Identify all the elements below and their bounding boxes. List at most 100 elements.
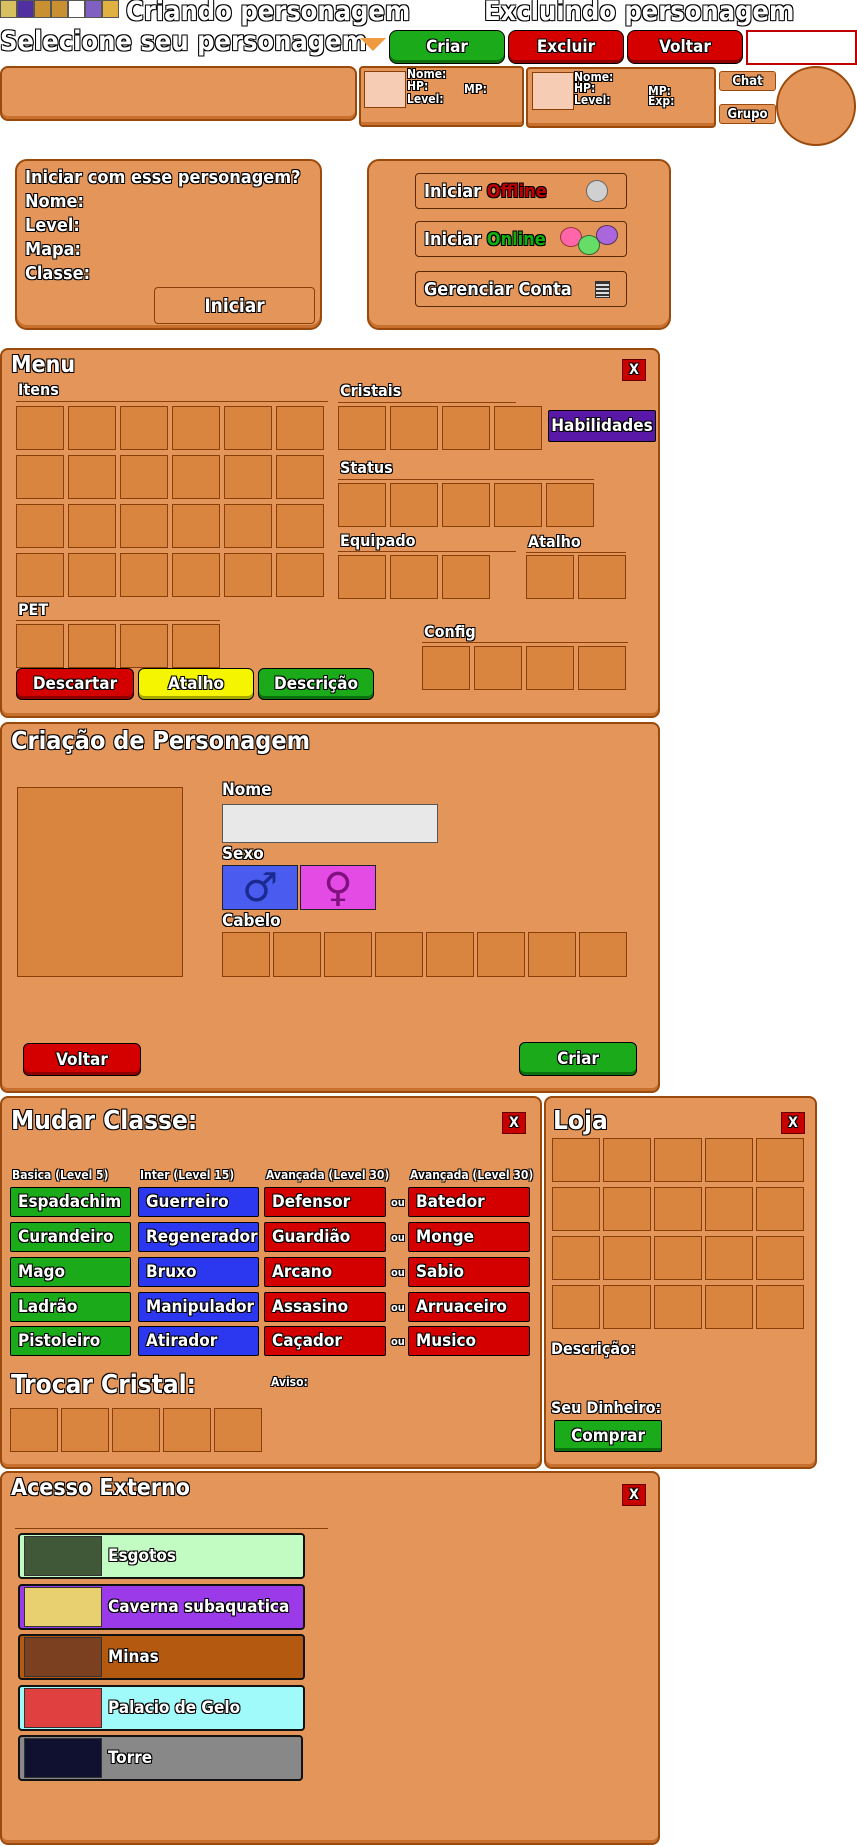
shop-slot[interactable] xyxy=(705,1236,753,1280)
class-button-assasino[interactable]: Assasino xyxy=(264,1292,386,1322)
minimap-circle[interactable] xyxy=(776,66,856,146)
swap-crystal-slot[interactable] xyxy=(214,1408,262,1452)
item-slot[interactable] xyxy=(172,406,220,450)
class-close-button[interactable]: X xyxy=(502,1112,526,1134)
create-button[interactable]: Criar xyxy=(389,30,505,64)
male-button[interactable]: ♂ xyxy=(222,865,298,911)
external-close-button[interactable]: X xyxy=(622,1484,646,1506)
item-slot[interactable] xyxy=(68,406,116,450)
creation-back-button[interactable]: Voltar xyxy=(23,1043,141,1076)
place-minas[interactable]: Minas xyxy=(18,1634,305,1680)
item-slot[interactable] xyxy=(120,553,168,597)
shop-slot[interactable] xyxy=(654,1187,702,1231)
pet-slot[interactable] xyxy=(172,624,220,668)
item-slot[interactable] xyxy=(16,553,64,597)
shop-close-button[interactable]: X xyxy=(781,1112,805,1134)
hair-slot[interactable] xyxy=(222,932,270,977)
shop-slot[interactable] xyxy=(603,1285,651,1329)
tool-icon-3[interactable] xyxy=(34,0,51,18)
class-button-caçador[interactable]: Caçador xyxy=(264,1326,386,1356)
swap-crystal-slot[interactable] xyxy=(163,1408,211,1452)
item-slot[interactable] xyxy=(224,553,272,597)
tool-icon-2[interactable] xyxy=(17,0,34,18)
hair-slot[interactable] xyxy=(375,932,423,977)
shop-slot[interactable] xyxy=(705,1187,753,1231)
shop-slot[interactable] xyxy=(654,1236,702,1280)
class-button-defensor[interactable]: Defensor xyxy=(264,1187,386,1217)
shop-slot[interactable] xyxy=(603,1138,651,1182)
shop-slot[interactable] xyxy=(756,1138,804,1182)
place-torre[interactable]: Torre xyxy=(18,1735,303,1781)
item-slot[interactable] xyxy=(68,504,116,548)
group-button[interactable]: Grupo xyxy=(719,104,776,124)
skills-button[interactable]: Habilidades xyxy=(548,410,656,442)
class-button-espadachim[interactable]: Espadachim xyxy=(10,1187,131,1217)
item-slot[interactable] xyxy=(120,455,168,499)
female-button[interactable]: ♀ xyxy=(300,865,376,911)
class-button-atirador[interactable]: Atirador xyxy=(138,1326,259,1356)
crystal-slot[interactable] xyxy=(390,406,438,450)
tool-icon-4[interactable] xyxy=(51,0,68,18)
config-slot[interactable] xyxy=(526,646,574,690)
item-slot[interactable] xyxy=(224,406,272,450)
tool-icon-1[interactable] xyxy=(0,0,17,18)
pet-slot[interactable] xyxy=(120,624,168,668)
delete-button[interactable]: Excluir xyxy=(508,30,624,64)
class-button-ladrão[interactable]: Ladrão xyxy=(10,1292,131,1322)
config-slot[interactable] xyxy=(578,646,626,690)
shop-slot[interactable] xyxy=(705,1138,753,1182)
equipped-slot[interactable] xyxy=(338,555,386,599)
shop-slot[interactable] xyxy=(552,1285,600,1329)
shortcut-slot[interactable] xyxy=(578,555,626,599)
item-slot[interactable] xyxy=(68,553,116,597)
class-button-musico[interactable]: Musico xyxy=(408,1326,530,1356)
menu-close-button[interactable]: X xyxy=(622,359,646,381)
shop-slot[interactable] xyxy=(552,1187,600,1231)
back-button[interactable]: Voltar xyxy=(627,30,743,64)
item-slot[interactable] xyxy=(16,455,64,499)
description-button[interactable]: Descrição xyxy=(258,668,374,700)
manage-account-button[interactable]: Gerenciar Conta xyxy=(415,271,627,307)
item-slot[interactable] xyxy=(276,553,324,597)
shop-slot[interactable] xyxy=(756,1285,804,1329)
start-button[interactable]: Iniciar xyxy=(154,287,315,324)
buy-button[interactable]: Comprar xyxy=(554,1420,662,1452)
class-button-monge[interactable]: Monge xyxy=(408,1222,530,1252)
shop-slot[interactable] xyxy=(654,1138,702,1182)
tool-icon-6[interactable] xyxy=(85,0,102,18)
crystal-slot[interactable] xyxy=(442,406,490,450)
item-slot[interactable] xyxy=(16,504,64,548)
chevron-down-icon[interactable] xyxy=(360,38,386,51)
name-input[interactable] xyxy=(222,804,438,843)
class-button-guardião[interactable]: Guardião xyxy=(264,1222,386,1252)
item-slot[interactable] xyxy=(120,406,168,450)
item-slot[interactable] xyxy=(172,455,220,499)
place-palacio-de-gelo[interactable]: Palacio de Gelo xyxy=(18,1685,305,1731)
class-button-mago[interactable]: Mago xyxy=(10,1257,131,1287)
hair-slot[interactable] xyxy=(273,932,321,977)
item-slot[interactable] xyxy=(172,504,220,548)
pet-slot[interactable] xyxy=(16,624,64,668)
item-slot[interactable] xyxy=(276,406,324,450)
class-button-guerreiro[interactable]: Guerreiro xyxy=(138,1187,259,1217)
shop-slot[interactable] xyxy=(552,1138,600,1182)
class-button-arcano[interactable]: Arcano xyxy=(264,1257,386,1287)
class-button-manipulador[interactable]: Manipulador xyxy=(138,1292,259,1322)
item-slot[interactable] xyxy=(276,504,324,548)
tool-icon-7[interactable] xyxy=(102,0,119,18)
shop-slot[interactable] xyxy=(603,1236,651,1280)
crystal-slot[interactable] xyxy=(494,406,542,450)
swap-crystal-slot[interactable] xyxy=(61,1408,109,1452)
place-esgotos[interactable]: Esgotos xyxy=(18,1533,305,1579)
class-button-pistoleiro[interactable]: Pistoleiro xyxy=(10,1326,131,1356)
place-caverna-subaquatica[interactable]: Caverna subaquatica xyxy=(18,1584,305,1630)
item-slot[interactable] xyxy=(224,455,272,499)
discard-button[interactable]: Descartar xyxy=(16,668,134,700)
shop-slot[interactable] xyxy=(654,1285,702,1329)
character-select-bar[interactable] xyxy=(0,66,357,121)
config-slot[interactable] xyxy=(474,646,522,690)
class-button-batedor[interactable]: Batedor xyxy=(408,1187,530,1217)
shop-slot[interactable] xyxy=(756,1187,804,1231)
start-online-button[interactable]: Iniciar Online xyxy=(415,221,627,257)
shop-slot[interactable] xyxy=(756,1236,804,1280)
